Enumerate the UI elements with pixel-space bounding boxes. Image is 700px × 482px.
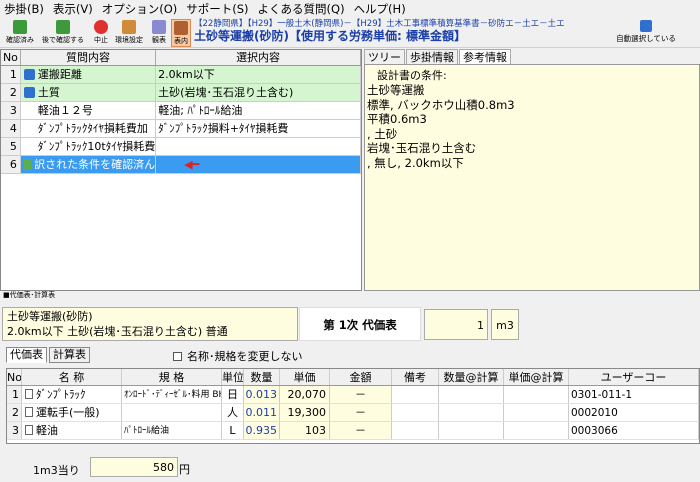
view-icon	[152, 20, 166, 34]
question-table-header: No 質問内容 選択内容	[1, 50, 361, 66]
stop-button[interactable]: 中止	[90, 19, 112, 47]
menu-view[interactable]: 表示(V)	[53, 1, 93, 17]
question-row[interactable]: 1 運搬距離 2.0km以下	[1, 66, 361, 84]
lower-tabs: 代価表 計算表	[6, 347, 92, 363]
cost-table: No 名 称 規 格 単位 数量 単価 金額 備考 数量@計算 単価@計算 ユー…	[6, 368, 700, 444]
stop-icon	[94, 20, 108, 34]
question-table: No 質問内容 選択内容 1 運搬距離 2.0km以下 2 土質 土砂(岩塊･玉…	[0, 49, 362, 291]
per-unit-value: 580	[90, 457, 178, 477]
menu-bar: 歩掛(B) 表示(V) オプション(O) サポート(S) よくある質問(Q) ヘ…	[0, 0, 700, 18]
unit-field: m3	[491, 309, 519, 340]
confirm-icon	[13, 20, 27, 34]
settings-icon	[122, 20, 136, 34]
col-no: No	[1, 50, 21, 65]
later-icon	[56, 20, 70, 34]
check-icon	[23, 87, 35, 98]
question-row[interactable]: 3 軽油１２号 軽油; ﾊﾟﾄﾛｰﾙ給油	[1, 102, 361, 120]
quantity-field[interactable]: 1	[424, 309, 488, 340]
document-icon	[25, 407, 33, 417]
red-arrow-icon: ◀━	[184, 158, 200, 171]
confirmed-button[interactable]: 確認済み	[2, 19, 38, 47]
auto-select-button[interactable]: 自動選択している	[596, 20, 696, 46]
right-panel: ツリー 歩掛情報 参考情報 設計書の条件: 土砂等運搬 標準, バックホウ山積0…	[364, 49, 700, 291]
col-question: 質問内容	[21, 50, 157, 65]
tab-calc[interactable]: 計算表	[49, 347, 90, 363]
tab-ayukake-info[interactable]: 歩掛情報	[406, 49, 458, 64]
tab-tree[interactable]: ツリー	[364, 49, 405, 64]
table-row[interactable]: 3 軽油 ﾊﾟﾄﾛｰﾙ給油 L 0.935 103 － 0003066	[7, 422, 699, 440]
check-icon	[23, 69, 35, 80]
col-selection: 選択内容	[156, 50, 361, 65]
confirm-later-button[interactable]: 後で確認する	[40, 19, 86, 47]
tab-daika[interactable]: 代価表	[6, 347, 47, 363]
reference-panel: 設計書の条件: 土砂等運搬 標準, バックホウ山積0.8m3 平積0.6m3 ,…	[364, 64, 700, 291]
question-row-selected[interactable]: 6 訳された条件を確認済ん ◀━	[1, 156, 361, 174]
menu-help[interactable]: ヘルプ(H)	[354, 1, 406, 17]
question-row[interactable]: 4 ﾀﾞﾝﾌﾟﾄﾗｯｸﾀｲﾔ損耗費加 ﾀﾞﾝﾌﾟﾄﾗｯｸ損料+ﾀｲﾔ損耗費	[1, 120, 361, 138]
env-settings-button[interactable]: 環境設定	[112, 19, 146, 47]
conditions-text: 土砂等運搬 標準, バックホウ山積0.8m3 平積0.6m3 , 土砂 岩塊･玉…	[367, 83, 515, 170]
menu-faq[interactable]: よくある質問(Q)	[258, 1, 345, 17]
conditions-title: 設計書の条件:	[377, 69, 447, 82]
tab-reference[interactable]: 参考情報	[459, 49, 511, 64]
document-icon	[25, 389, 33, 399]
yen-label: 円	[179, 463, 190, 476]
question-row[interactable]: 5 ﾀﾞﾝﾌﾟﾄﾗｯｸ10tﾀｲﾔ損耗費普通	[1, 138, 361, 156]
menu-support[interactable]: サポート(S)	[186, 1, 248, 17]
arrow-right-icon	[23, 159, 32, 170]
menu-options[interactable]: オプション(O)	[102, 1, 178, 17]
cost-table-header: No 名 称 規 格 単位 数量 単価 金額 備考 数量@計算 単価@計算 ユー…	[7, 369, 699, 386]
breadcrumb-path: 【22静岡県】【H29】一般土木(静岡県)－【H29】土木工事標準積算基準書－砂…	[194, 19, 565, 29]
daika-label: 第 1次 代価表	[299, 307, 421, 341]
table-button[interactable]: 表内	[171, 19, 191, 47]
breadcrumb: 【22静岡県】【H29】一般土木(静岡県)－【H29】土木工事標準積算基準書－砂…	[194, 18, 594, 47]
auto-select-icon	[640, 20, 652, 32]
menu-ayukake[interactable]: 歩掛(B)	[4, 1, 44, 17]
per-unit-label: 1m3当り	[33, 464, 80, 477]
item-summary: 土砂等運搬(砂防) 2.0km以下 土砂(岩塊･玉石混り土含む) 普通	[2, 307, 298, 341]
document-icon	[25, 425, 33, 435]
item-title: 土砂等運搬(砂防)【使用する労務単価: 標準金額】	[194, 29, 466, 43]
view-button[interactable]: 観表	[149, 19, 169, 47]
checkbox-icon	[173, 351, 182, 361]
right-tabs: ツリー 歩掛情報 参考情報	[364, 49, 700, 64]
table-row[interactable]: 2 運転手(一般) 人 0.011 19,300 － 0002010	[7, 404, 699, 422]
question-row[interactable]: 2 土質 土砂(岩塊･玉石混り土含む)	[1, 84, 361, 102]
table-row[interactable]: 1 ﾀﾞﾝﾌﾟﾄﾗｯｸ ｵﾝﾛｰﾄﾞ･ﾃﾞｨｰｾﾞﾙ･料用 BH 日 0.013…	[7, 386, 699, 404]
section-label: ■代価表･計算表	[3, 291, 56, 299]
change-name-checkbox[interactable]: 名称･規格を変更しない	[173, 348, 303, 364]
table-icon	[174, 21, 188, 35]
